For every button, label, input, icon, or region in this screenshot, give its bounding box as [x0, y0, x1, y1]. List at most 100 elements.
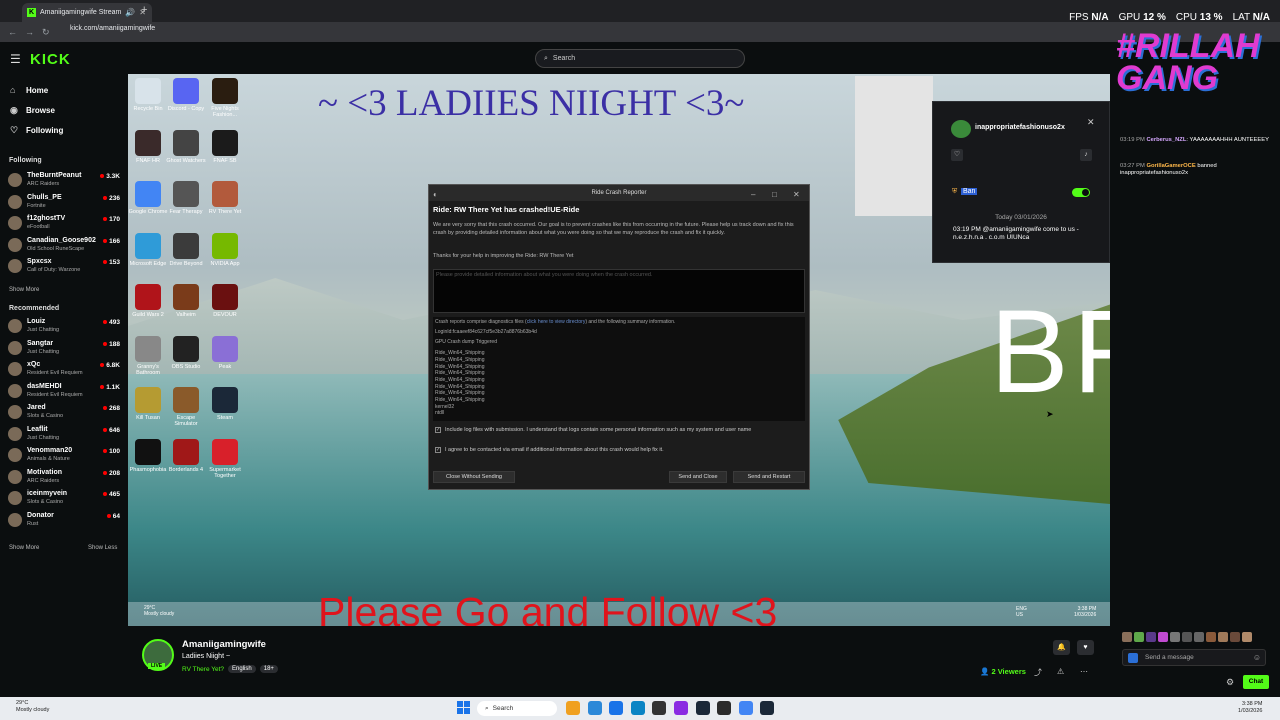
speaker-icon[interactable]: 🔊	[125, 8, 135, 17]
sidebar-channel[interactable]: xQc Resident Evil Requiem 6.8K	[8, 360, 122, 380]
checkbox-box[interactable]: ✓	[435, 427, 441, 433]
sidebar-channel[interactable]: Spxcsx Call of Duty: Warzone 153	[8, 257, 122, 277]
share-icon[interactable]: ⤴	[1034, 667, 1042, 678]
emote-icon[interactable]	[1158, 632, 1168, 642]
close-without-sending-button[interactable]: Close Without Sending	[433, 471, 515, 483]
hamburger-menu-icon[interactable]: ☰	[10, 52, 21, 66]
sidebar-channel[interactable]: dasMEHDI Resident Evil Requiem 1.1K	[8, 382, 122, 402]
contact-checkbox[interactable]: ✓ I agree to be contacted via email if ad…	[435, 447, 664, 453]
minimize-icon[interactable]: –	[751, 187, 755, 203]
url-field[interactable]: kick.com/amaniigamingwife	[70, 25, 155, 32]
desktop-icon[interactable]: NVIDIA App	[205, 232, 245, 267]
desktop-icon[interactable]: Five Nights Fashion...	[205, 78, 245, 118]
desktop-icon[interactable]: FNAF SB	[205, 129, 245, 164]
desktop-icon[interactable]: Valheim	[166, 284, 206, 318]
desktop-icon[interactable]: Guild Wars 2	[128, 284, 168, 318]
desktop-icon[interactable]: Microsoft Edge	[128, 232, 168, 267]
taskbar-search[interactable]: ⌕ Search	[477, 701, 557, 716]
desktop-icon[interactable]: Steam	[205, 387, 245, 421]
emote-icon[interactable]	[1206, 632, 1216, 642]
reload-icon[interactable]: ↻	[42, 27, 50, 38]
desktop-icon[interactable]: Drive Beyond	[166, 232, 206, 267]
popup-username[interactable]: inappropriatefashionuso2x	[975, 124, 1065, 131]
desktop-icon[interactable]: Borderlands 4	[166, 438, 206, 473]
sidebar-channel[interactable]: f12ghostTV eFootball 170	[8, 214, 122, 234]
emote-icon[interactable]	[1242, 632, 1252, 642]
streamer-name[interactable]: Amaniigamingwife	[182, 639, 266, 650]
new-tab-icon[interactable]: +	[141, 4, 147, 16]
include-logs-checkbox[interactable]: ✓ Include log files with submission. I un…	[435, 427, 795, 433]
sidebar-channel[interactable]: Louiz Just Chatting 493	[8, 317, 122, 337]
view-directory-link[interactable]: click here to view directory	[527, 319, 586, 325]
emote-bar[interactable]	[1122, 632, 1272, 644]
ban-toggle[interactable]	[1072, 188, 1090, 197]
sidebar-channel[interactable]: Canadian_Goose902 Old School RuneScape 166	[8, 236, 122, 256]
sidebar-channel[interactable]: Chulls_PE Fortnite 236	[8, 193, 122, 213]
more-options-icon[interactable]: ⋯	[1080, 667, 1088, 676]
obs-icon[interactable]	[652, 701, 667, 715]
emote-icon[interactable]	[1218, 632, 1228, 642]
emote-icon[interactable]	[1134, 632, 1144, 642]
desktop-icon[interactable]: FNAF HR	[128, 129, 168, 164]
forward-icon[interactable]: →	[25, 27, 34, 37]
desktop-icon[interactable]: Ghost Watchers	[166, 129, 206, 164]
taskbar-clock[interactable]: 3:38 PM 1/03/2026	[1238, 701, 1262, 715]
search-input[interactable]: ⌕ Search	[535, 49, 745, 68]
desktop-icon[interactable]: Discord - Copy	[166, 78, 206, 112]
emote-icon[interactable]	[1122, 632, 1132, 642]
desktop-icon[interactable]: Fear Therapy	[166, 181, 206, 215]
report-icon[interactable]: ⚠	[1057, 667, 1064, 676]
emote-icon[interactable]	[1182, 632, 1192, 642]
edge-icon[interactable]	[630, 701, 645, 715]
kick-logo[interactable]: KICK	[30, 51, 71, 68]
notification-bell-icon[interactable]: 🔔	[1053, 640, 1070, 655]
terminal-icon[interactable]	[717, 701, 732, 715]
desktop-icon[interactable]: OBS Studio	[166, 335, 206, 370]
desktop-icon[interactable]: Recycle Bin	[128, 78, 168, 112]
emote-icon[interactable]	[1170, 632, 1180, 642]
crash-description-textarea[interactable]: Please provide detailed information abou…	[433, 269, 805, 313]
copilot-icon[interactable]	[609, 701, 624, 715]
desktop-icon[interactable]: RV There Yet	[205, 181, 245, 215]
age-tag[interactable]: 18+	[259, 665, 278, 673]
close-icon[interactable]: ✕	[793, 187, 800, 203]
desktop-icon[interactable]: Phasmophobia	[128, 438, 168, 473]
emote-icon[interactable]	[1146, 632, 1156, 642]
sidebar-item-following[interactable]: ♡ Following	[10, 125, 63, 136]
chat-username[interactable]: Cerberus_NZL	[1146, 137, 1186, 143]
heart-icon[interactable]: ♡	[951, 149, 963, 161]
sidebar-channel[interactable]: iceinmyvein Slots & Casino 465	[8, 489, 122, 509]
app-icon[interactable]	[674, 701, 688, 715]
sidebar-item-browse[interactable]: ◉ Browse	[10, 105, 55, 116]
desktop-icon[interactable]: Kill Tusan	[128, 387, 168, 421]
gear-icon[interactable]: ⚙	[1226, 677, 1234, 688]
follow-heart-icon[interactable]: ♥	[1077, 640, 1094, 655]
back-icon[interactable]: ←	[8, 27, 17, 37]
desktop-icon[interactable]: Granny's Bathroom	[128, 335, 168, 376]
sidebar-channel[interactable]: Jared Slots & Casino 268	[8, 403, 122, 423]
steam-client-icon[interactable]	[760, 701, 775, 715]
sidebar-channel[interactable]: Donator Rust 64	[8, 511, 122, 531]
show-more-recommended-button[interactable]: Show More	[9, 545, 39, 551]
file-explorer-icon[interactable]	[566, 701, 580, 715]
chat-input[interactable]: Send a message ☺	[1122, 649, 1266, 666]
store-icon[interactable]	[587, 701, 602, 715]
sidebar-channel[interactable]: Motivation ARC Raiders 208	[8, 468, 122, 488]
desktop-icon[interactable]: Google Chrome	[128, 181, 168, 215]
sidebar-channel[interactable]: Venomman20 Animals & Nature 100	[8, 446, 122, 466]
chat-send-button[interactable]: Chat	[1243, 675, 1269, 689]
taskbar-weather[interactable]: 29°C Mostly cloudy	[16, 700, 49, 714]
language-tag[interactable]: English	[228, 665, 256, 673]
sidebar-channel[interactable]: TheBurntPeanut ARC Raiders 3.3K	[8, 171, 122, 191]
emote-icon[interactable]	[1230, 632, 1240, 642]
emoji-icon[interactable]: ☺	[1253, 653, 1261, 662]
stream-category-link[interactable]: RV There Yet?	[182, 666, 224, 673]
desktop-icon[interactable]: Escape Simulator	[166, 387, 206, 427]
steam-icon[interactable]	[695, 701, 710, 715]
emote-icon[interactable]	[1194, 632, 1204, 642]
ban-label[interactable]: Ban	[961, 188, 978, 195]
chrome-icon[interactable]	[738, 701, 753, 715]
show-more-following-button[interactable]: Show More	[9, 287, 39, 293]
close-icon[interactable]: ✕	[1087, 117, 1095, 128]
sidebar-channel[interactable]: Leaflit Just Chatting 646	[8, 425, 122, 445]
